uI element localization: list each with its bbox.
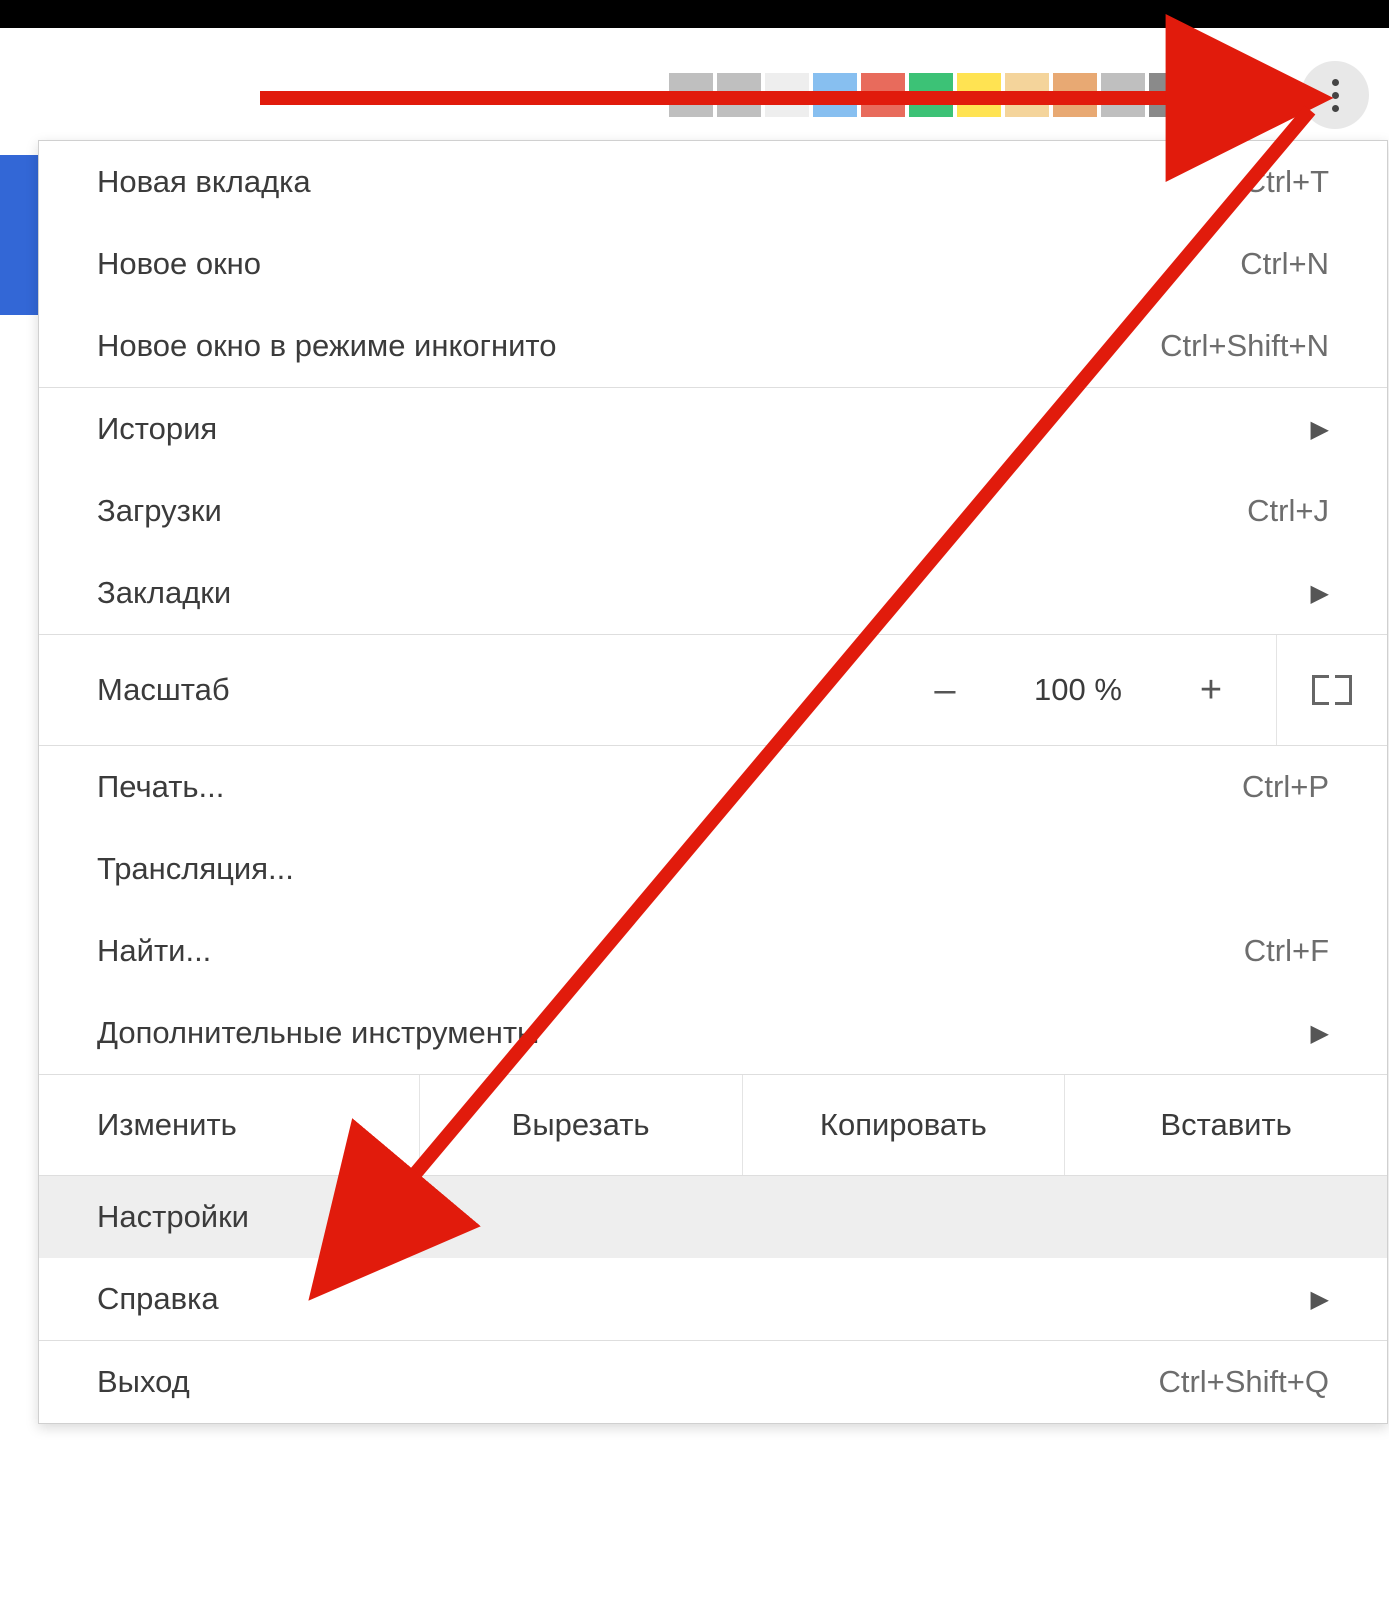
menu-item-label: Новая вкладка: [97, 164, 311, 200]
menu-item-label: Печать...: [97, 769, 224, 805]
extension-icon[interactable]: [957, 73, 1001, 117]
extension-icon[interactable]: [669, 73, 713, 117]
menu-item-more-tools[interactable]: Дополнительные инструменты ▶: [39, 992, 1387, 1074]
menu-item-label: Найти...: [97, 933, 211, 969]
window-titlebar: [0, 0, 1389, 28]
menu-item-edit-row: Изменить Вырезать Копировать Вставить: [39, 1075, 1387, 1175]
zoom-label: Масштаб: [97, 672, 920, 708]
menu-item-incognito[interactable]: Новое окно в режиме инкогнито Ctrl+Shift…: [39, 305, 1387, 387]
menu-item-shortcut: Ctrl+Shift+N: [1160, 328, 1329, 364]
extension-icon[interactable]: [813, 73, 857, 117]
zoom-value: 100 %: [1018, 672, 1138, 708]
menu-item-cast[interactable]: Трансляция...: [39, 828, 1387, 910]
menu-item-find[interactable]: Найти... Ctrl+F: [39, 910, 1387, 992]
menu-item-label: Настройки: [97, 1199, 249, 1235]
chevron-right-icon: ▶: [1311, 579, 1329, 608]
menu-item-shortcut: Ctrl+F: [1244, 933, 1329, 969]
chevron-right-icon: ▶: [1311, 1019, 1329, 1048]
menu-item-settings[interactable]: Настройки: [39, 1176, 1387, 1258]
menu-item-label: Дополнительные инструменты: [97, 1015, 539, 1051]
menu-item-shortcut: Ctrl+N: [1240, 246, 1329, 282]
fullscreen-button[interactable]: [1276, 635, 1387, 745]
extension-icon[interactable]: [1053, 73, 1097, 117]
menu-item-label: История: [97, 411, 217, 447]
edit-label: Изменить: [39, 1075, 419, 1175]
extension-icon[interactable]: [765, 73, 809, 117]
extension-icon[interactable]: [1149, 73, 1193, 117]
extension-icon[interactable]: [717, 73, 761, 117]
menu-item-print[interactable]: Печать... Ctrl+P: [39, 746, 1387, 828]
menu-item-shortcut: Ctrl+J: [1247, 493, 1329, 529]
menu-item-new-tab[interactable]: Новая вкладка Ctrl+T: [39, 141, 1387, 223]
extension-icon[interactable]: [861, 73, 905, 117]
menu-item-exit[interactable]: Выход Ctrl+Shift+Q: [39, 1341, 1387, 1423]
edit-cut-button[interactable]: Вырезать: [419, 1075, 742, 1175]
menu-item-history[interactable]: История ▶: [39, 388, 1387, 470]
menu-item-label: Выход: [97, 1364, 190, 1400]
edit-copy-button[interactable]: Копировать: [742, 1075, 1065, 1175]
background-accent-panel: [0, 155, 38, 315]
browser-menu-dropdown: Новая вкладка Ctrl+T Новое окно Ctrl+N Н…: [38, 140, 1388, 1424]
menu-item-help[interactable]: Справка ▶: [39, 1258, 1387, 1340]
browser-toolbar: [0, 55, 1389, 135]
menu-item-shortcut: Ctrl+T: [1244, 164, 1329, 200]
menu-button[interactable]: [1301, 61, 1369, 129]
menu-item-label: Трансляция...: [97, 851, 294, 887]
extension-icons-row: [669, 73, 1241, 117]
menu-item-bookmarks[interactable]: Закладки ▶: [39, 552, 1387, 634]
dots-vertical-icon: [1332, 79, 1339, 86]
extension-icon[interactable]: [909, 73, 953, 117]
menu-item-zoom: Масштаб – 100 % +: [39, 635, 1387, 745]
zoom-in-button[interactable]: +: [1186, 669, 1236, 712]
menu-item-label: Новое окно: [97, 246, 261, 282]
menu-item-new-window[interactable]: Новое окно Ctrl+N: [39, 223, 1387, 305]
extension-icon[interactable]: [1005, 73, 1049, 117]
chevron-right-icon: ▶: [1311, 415, 1329, 444]
extension-icon[interactable]: [1197, 73, 1241, 117]
zoom-out-button[interactable]: –: [920, 669, 970, 712]
fullscreen-icon: [1312, 675, 1352, 705]
menu-item-label: Закладки: [97, 575, 231, 611]
menu-item-label: Загрузки: [97, 493, 222, 529]
menu-item-shortcut: Ctrl+Shift+Q: [1158, 1364, 1329, 1400]
extension-icon[interactable]: [1101, 73, 1145, 117]
menu-item-shortcut: Ctrl+P: [1242, 769, 1329, 805]
chevron-right-icon: ▶: [1311, 1285, 1329, 1314]
menu-item-label: Новое окно в режиме инкогнито: [97, 328, 556, 364]
edit-paste-button[interactable]: Вставить: [1064, 1075, 1387, 1175]
menu-item-label: Справка: [97, 1281, 219, 1317]
menu-item-downloads[interactable]: Загрузки Ctrl+J: [39, 470, 1387, 552]
